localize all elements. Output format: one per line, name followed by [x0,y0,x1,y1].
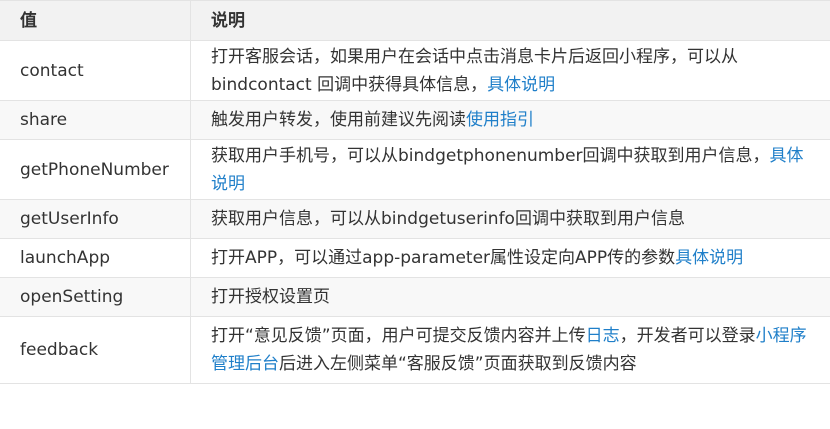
link-usage-guide[interactable]: 使用指引 [466,110,534,130]
description-text: 获取用户信息，可以从bindgetuserinfo回调中获取到用户信息 [211,209,685,229]
value-cell: feedback [0,317,191,383]
description-cell: 获取用户信息，可以从bindgetuserinfo回调中获取到用户信息 [191,200,830,238]
value-cell: share [0,101,191,139]
header-description: 说明 [211,10,245,31]
link-logs[interactable]: 日志 [586,326,620,346]
table-row-launchapp: launchApp 打开APP，可以通过app-parameter属性设定向AP… [0,239,830,278]
description-text: 打开授权设置页 [211,287,330,307]
table-row-contact: contact 打开客服会话，如果用户在会话中点击消息卡片后返回小程序，可以从b… [0,41,830,101]
description-cell: 打开客服会话，如果用户在会话中点击消息卡片后返回小程序，可以从bindconta… [191,41,830,100]
description-text: 获取用户手机号，可以从bindgetphonenumber回调中获取到用户信息， [211,145,770,166]
value-cell: launchApp [0,239,191,277]
table-row-share: share 触发用户转发，使用前建议先阅读使用指引 [0,101,830,140]
value-cell: contact [0,41,191,100]
value-cell: getPhoneNumber [0,140,191,199]
description-text: 打开客服会话，如果用户在会话中点击消息卡片后返回小程序，可以从bindconta… [211,46,738,95]
open-type-table: 值 说明 contact 打开客服会话，如果用户在会话中点击消息卡片后返回小程序… [0,0,830,384]
value-cell: openSetting [0,278,191,316]
table-row-getphonenumber: getPhoneNumber 获取用户手机号，可以从bindgetphonenu… [0,140,830,200]
table-row-feedback: feedback 打开“意见反馈”页面，用户可提交反馈内容并上传日志，开发者可以… [0,317,830,383]
description-cell: 打开APP，可以通过app-parameter属性设定向APP传的参数具体说明 [191,239,830,277]
link-detail-launchapp[interactable]: 具体说明 [675,248,743,268]
description-text: ，开发者可以登录 [619,326,756,346]
header-value: 值 [0,1,191,40]
description-text: 打开“意见反馈”页面，用户可提交反馈内容并上传 [211,326,586,346]
table-header-row: 值 说明 [0,1,830,41]
link-detail-contact[interactable]: 具体说明 [487,75,555,95]
value-cell: getUserInfo [0,200,191,238]
description-text: 打开APP，可以通过app-parameter属性设定向APP传的参数 [211,248,676,268]
description-cell: 触发用户转发，使用前建议先阅读使用指引 [191,101,830,139]
table-row-getuserinfo: getUserInfo 获取用户信息，可以从bindgetuserinfo回调中… [0,200,830,239]
description-text: 触发用户转发，使用前建议先阅读 [211,110,466,130]
description-cell: 获取用户手机号，可以从bindgetphonenumber回调中获取到用户信息，… [191,140,830,199]
description-cell: 打开“意见反馈”页面，用户可提交反馈内容并上传日志，开发者可以登录小程序管理后台… [191,317,830,383]
description-cell: 打开授权设置页 [191,278,830,316]
table-row-opensetting: openSetting 打开授权设置页 [0,278,830,317]
description-text: 后进入左侧菜单“客服反馈”页面获取到反馈内容 [279,354,637,374]
